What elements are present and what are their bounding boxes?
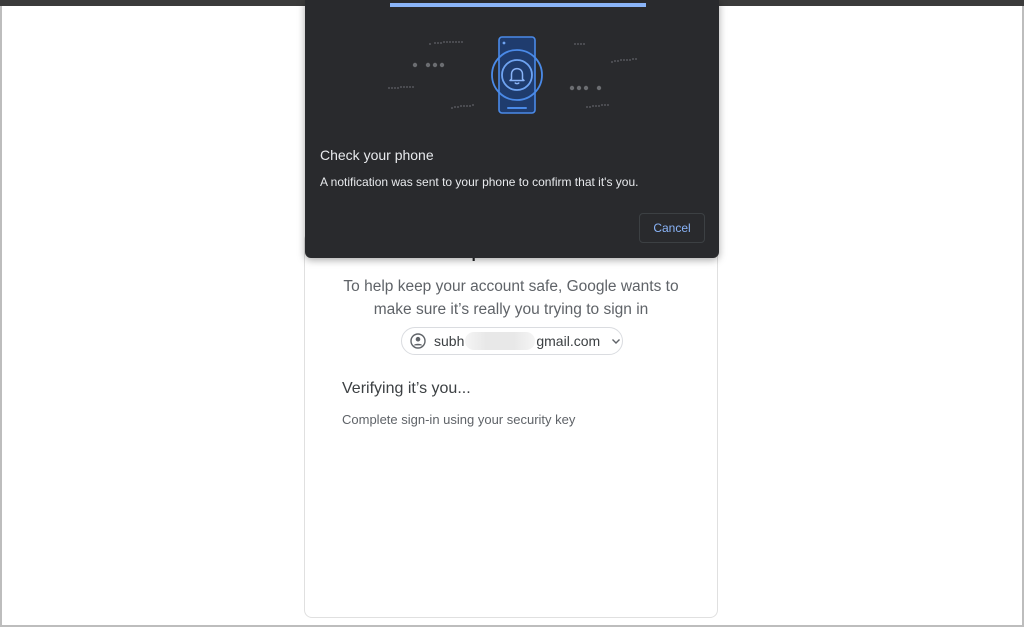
verify-title: Verifying it’s you... — [342, 380, 471, 397]
verify-description: Complete sign-in using your security key — [342, 412, 576, 427]
dialog-title: Check your phone — [320, 147, 434, 163]
dialog-message: A notification was sent to your phone to… — [320, 175, 639, 189]
redacted-region — [465, 332, 536, 350]
account-circle-icon — [410, 333, 426, 349]
cancel-button[interactable]: Cancel — [639, 213, 705, 243]
account-email: subh gmail.com — [434, 332, 600, 350]
progress-bar-fill — [390, 3, 646, 7]
chevron-down-icon — [610, 335, 622, 347]
email-suffix: gmail.com — [536, 333, 601, 349]
page-subtitle: To help keep your account safe, Google w… — [343, 278, 679, 318]
account-chip[interactable]: subh gmail.com — [401, 327, 623, 355]
progress-bar — [390, 3, 646, 7]
sign-in-card: 2-Step Verification To help keep your ac… — [304, 232, 718, 618]
check-phone-dialog: Check your phone A notification was sent… — [305, 0, 719, 258]
email-prefix: subh — [434, 333, 465, 349]
phone-bell-icon — [388, 36, 637, 114]
